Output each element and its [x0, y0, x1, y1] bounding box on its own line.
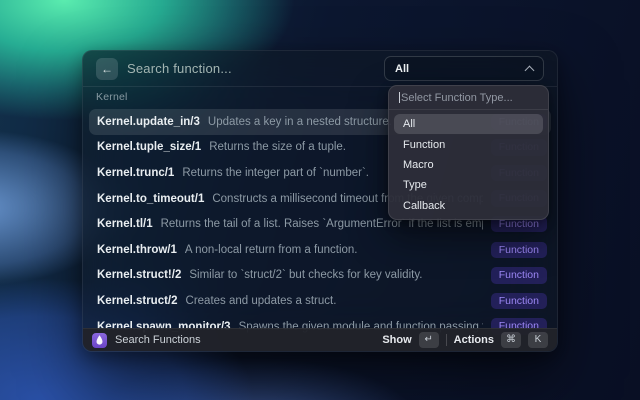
function-name: Kernel.to_timeout/1: [97, 192, 205, 205]
back-arrow-icon: ←: [101, 61, 113, 76]
dropdown-filter-input[interactable]: Select Function Type...: [389, 86, 548, 110]
function-name: Kernel.tuple_size/1: [97, 141, 202, 154]
function-description: A non-local return from a function.: [184, 243, 358, 256]
dropdown-option-callback[interactable]: Callback: [394, 196, 543, 216]
function-name: Kernel.tl/1: [97, 218, 153, 231]
elixir-drop-icon: [92, 332, 107, 348]
footer-divider: [445, 334, 447, 346]
k-key-icon[interactable]: K: [528, 332, 548, 348]
search-input[interactable]: Search function...: [127, 61, 232, 76]
command-palette-window: ← Search function... All Kernel Kernel.u…: [82, 50, 558, 352]
function-type-badge: Function: [490, 292, 547, 310]
function-type-value: All: [395, 62, 410, 75]
list-item[interactable]: Kernel.struct!/2 Similar to `struct/2` b…: [89, 263, 551, 289]
list-item[interactable]: Kernel.throw/1 A non-local return from a…: [89, 237, 551, 263]
function-description: Similar to `struct/2` but checks for key…: [189, 269, 423, 282]
cmd-key-icon[interactable]: ⌘: [501, 332, 521, 348]
function-type-select[interactable]: All: [384, 56, 544, 81]
return-key-icon[interactable]: ↵: [418, 332, 439, 348]
function-name: Kernel.struct/2: [97, 294, 178, 307]
function-type-badge: Function: [490, 241, 547, 259]
function-type-dropdown: Select Function Type... All Function Mac…: [388, 85, 549, 220]
actions-label[interactable]: Actions: [454, 334, 494, 346]
text-caret: [399, 92, 400, 103]
function-description: Creates and updates a struct.: [185, 294, 337, 307]
dropdown-options: All Function Macro Type Callback: [389, 110, 548, 219]
function-type-badge: Function: [490, 267, 547, 284]
function-name: Kernel.trunc/1: [97, 166, 175, 179]
function-name: Kernel.struct!/2: [97, 269, 182, 282]
show-label: Show: [382, 334, 412, 346]
search-header: ← Search function... All: [83, 51, 557, 87]
section-header-kernel: Kernel: [96, 91, 128, 103]
footer-shortcuts: Show ↵ Actions ⌘ K: [382, 332, 548, 348]
function-name: Kernel.throw/1: [97, 243, 177, 256]
command-title: Search Functions: [115, 334, 201, 346]
chevron-up-icon: [524, 65, 535, 76]
dropdown-option-macro[interactable]: Macro: [394, 155, 543, 175]
dropdown-option-function[interactable]: Function: [394, 134, 543, 154]
dropdown-placeholder: Select Function Type...: [401, 91, 513, 104]
status-bar: Search Functions Show ↵ Actions ⌘ K: [83, 328, 557, 351]
dropdown-option-all[interactable]: All: [394, 114, 543, 135]
back-button[interactable]: ←: [96, 57, 118, 80]
list-item[interactable]: Kernel.struct/2 Creates and updates a st…: [89, 288, 551, 314]
dropdown-option-type[interactable]: Type: [394, 175, 543, 195]
function-name: Kernel.update_in/3: [97, 115, 200, 128]
